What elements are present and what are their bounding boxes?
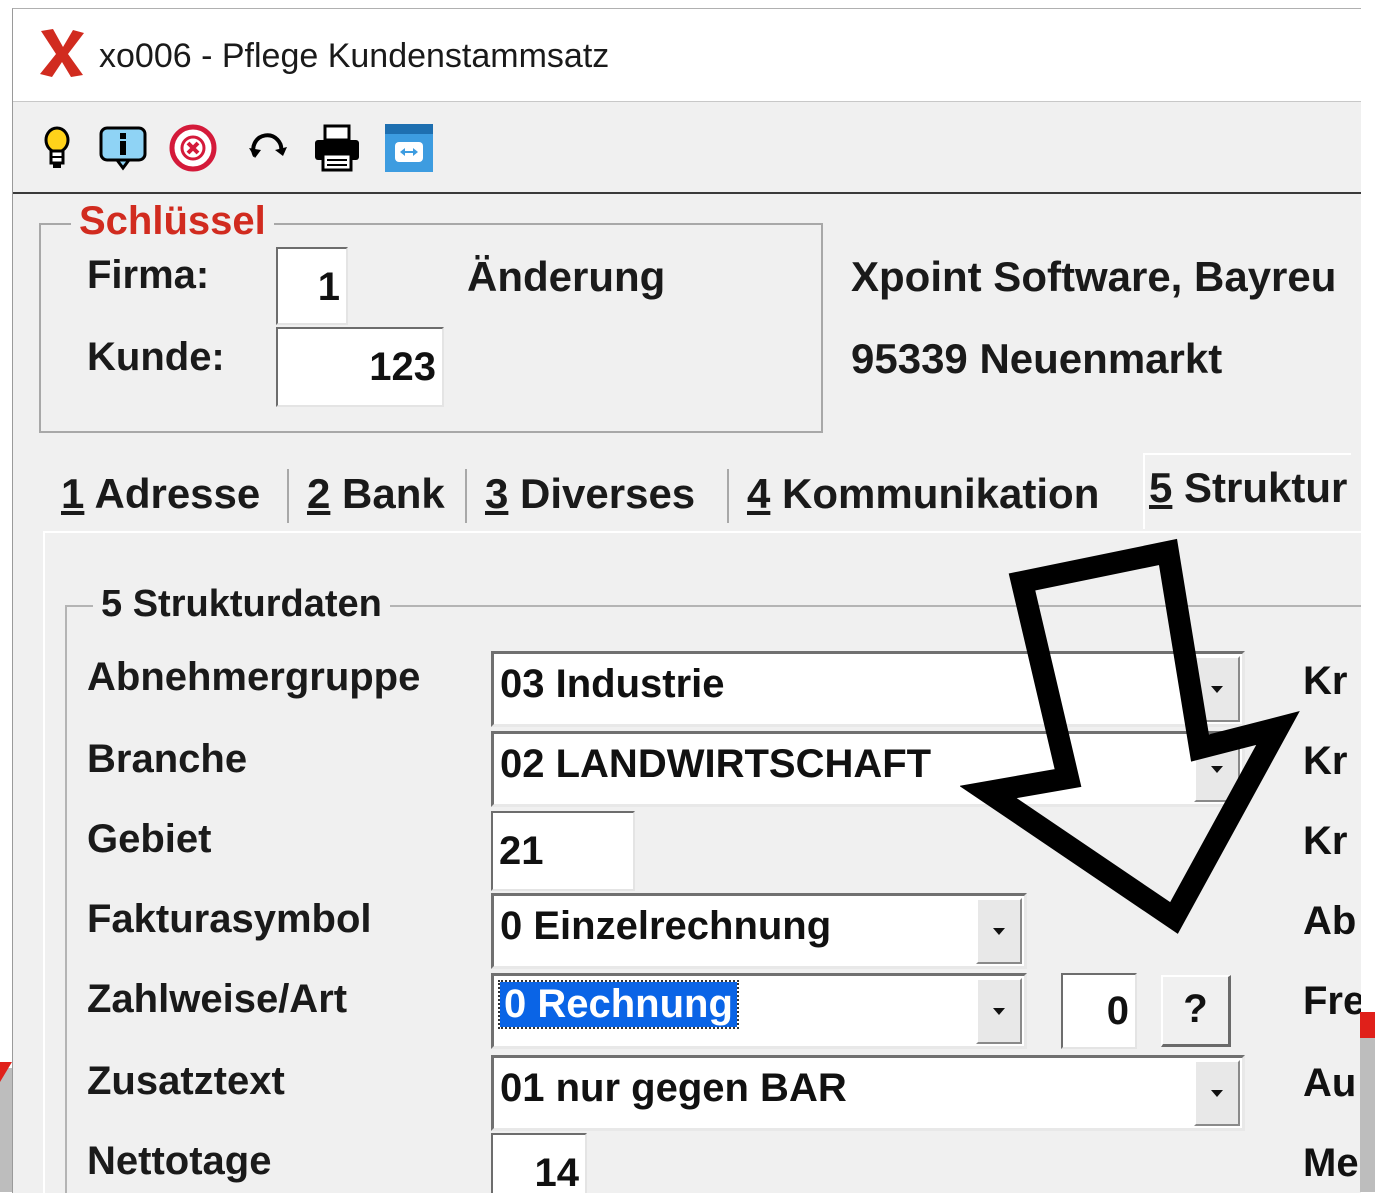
right-column-label: Me	[1303, 1141, 1359, 1185]
toolbar	[13, 102, 1361, 194]
tab-struktur[interactable]: 5 Struktur	[1143, 453, 1352, 529]
right-column-label: Kr	[1303, 819, 1348, 863]
edge-decoration	[1360, 1012, 1375, 1192]
window-title: xo006 - Pflege Kundenstammsatz	[99, 37, 610, 75]
key-group-legend: Schlüssel	[71, 199, 274, 244]
cancel-circle-icon[interactable]	[167, 122, 219, 174]
edge-decoration	[1360, 1012, 1375, 1038]
kunde-field[interactable]: 123	[276, 327, 444, 407]
tab-diverses[interactable]: 3 Diverses	[485, 461, 695, 527]
tab-diverses-label: Diverses	[520, 470, 696, 517]
fakturasymbol-select[interactable]: 0 Einzelrechnung	[491, 893, 1027, 969]
branche-select[interactable]: 02 LANDWIRTSCHAFT	[491, 731, 1245, 807]
chevron-down-icon[interactable]	[1194, 1060, 1240, 1126]
tab-struktur-label: Struktur	[1184, 464, 1348, 511]
tab-separator	[287, 469, 289, 523]
title-bar: xo006 - Pflege Kundenstammsatz	[13, 9, 1361, 102]
tab-adresse-label: Adresse	[94, 470, 261, 517]
zahlweise-art-field[interactable]: 0	[1061, 973, 1137, 1049]
firma-field[interactable]: 1	[276, 247, 348, 325]
red-x-logo-icon	[40, 29, 84, 77]
mode-label: Änderung	[467, 253, 666, 300]
print-icon[interactable]	[311, 122, 363, 174]
right-column-label: Kr	[1303, 659, 1348, 703]
branche-label: Branche	[87, 737, 248, 781]
chevron-down-icon[interactable]	[1194, 656, 1240, 722]
customer-name: Xpoint Software, Bayreu	[851, 253, 1337, 300]
firma-label: Firma:	[87, 253, 210, 297]
customer-city: 95339 Neuenmarkt	[851, 335, 1223, 382]
help-button[interactable]: ?	[1161, 975, 1231, 1047]
gebiet-label: Gebiet	[87, 817, 212, 861]
nettotage-label: Nettotage	[87, 1139, 272, 1183]
zusatztext-value: 01 nur gegen BAR	[500, 1066, 847, 1110]
right-column-label: Ab	[1303, 899, 1357, 943]
right-column-label: Fre	[1303, 979, 1361, 1023]
zahlweise-value: 0 Rechnung	[498, 980, 739, 1029]
tab-separator	[727, 469, 729, 523]
right-column-label: Au	[1303, 1061, 1357, 1105]
lightbulb-icon[interactable]	[31, 122, 83, 174]
edge-decoration	[0, 1068, 12, 1192]
tab-kommunikation[interactable]: 4 Kommunikation	[747, 461, 1099, 527]
resize-icon[interactable]	[383, 122, 435, 174]
chevron-down-icon[interactable]	[976, 898, 1022, 964]
nettotage-field[interactable]: 14	[491, 1133, 587, 1193]
tab-adresse[interactable]: 1 Adresse	[61, 461, 260, 527]
kunde-label: Kunde:	[87, 335, 225, 379]
zusatztext-select[interactable]: 01 nur gegen BAR	[491, 1055, 1245, 1131]
tab-kommunikation-number: 4	[747, 470, 771, 517]
zahlweise-label: Zahlweise/Art	[87, 977, 348, 1021]
fakturasymbol-value: 0 Einzelrechnung	[500, 904, 832, 948]
tab-separator	[465, 469, 467, 523]
right-column-label: Kr	[1303, 739, 1348, 783]
tab-bank-number: 2	[307, 470, 331, 517]
gebiet-field[interactable]: 21	[491, 811, 635, 891]
tab-bank[interactable]: 2 Bank	[307, 461, 445, 527]
abnehmergruppe-select[interactable]: 03 Industrie	[491, 651, 1245, 727]
struktur-group-legend: 5 Strukturdaten	[93, 583, 390, 626]
zusatztext-label: Zusatztext	[87, 1059, 285, 1103]
tab-bank-label: Bank	[342, 470, 445, 517]
abnehmergruppe-label: Abnehmergruppe	[87, 655, 421, 699]
tab-adresse-number: 1	[61, 470, 85, 517]
chevron-down-icon[interactable]	[976, 978, 1022, 1044]
app-window: xo006 - Pflege Kundenstammsatz Schlüssel…	[12, 8, 1361, 1193]
tab-struktur-number: 5	[1149, 464, 1173, 511]
refresh-icon[interactable]	[241, 122, 293, 174]
fakturasymbol-label: Fakturasymbol	[87, 897, 372, 941]
tab-kommunikation-label: Kommunikation	[782, 470, 1100, 517]
tab-diverses-number: 3	[485, 470, 509, 517]
chevron-down-icon[interactable]	[1194, 736, 1240, 802]
info-icon[interactable]	[97, 122, 149, 174]
abnehmergruppe-value: 03 Industrie	[500, 662, 725, 706]
branche-value: 02 LANDWIRTSCHAFT	[500, 742, 932, 786]
zahlweise-select[interactable]: 0 Rechnung	[491, 973, 1027, 1049]
